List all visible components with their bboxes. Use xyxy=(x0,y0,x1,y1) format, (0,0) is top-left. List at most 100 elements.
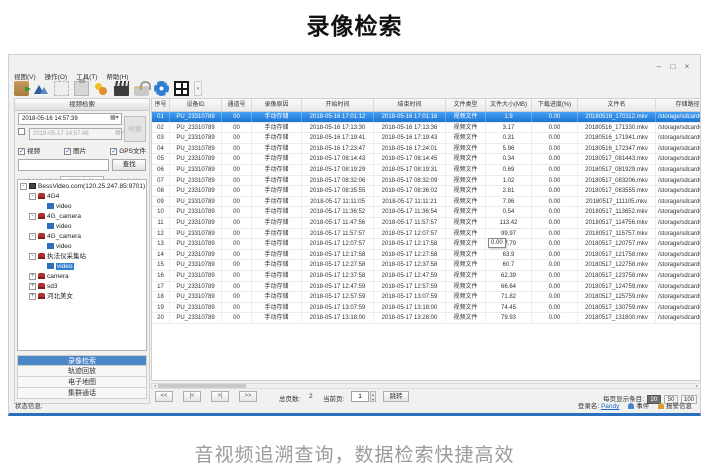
tree-toggle-icon[interactable]: - xyxy=(29,253,36,260)
table-row[interactable]: 04PU_2331078900手动存储2018-05-16 17:23:4720… xyxy=(152,144,700,155)
nav-item[interactable]: 录像检索 xyxy=(17,355,147,366)
tree-item[interactable]: +video xyxy=(18,222,146,232)
fullscreen-icon[interactable] xyxy=(54,81,69,96)
maximize-button[interactable]: □ xyxy=(666,62,680,71)
table-row[interactable]: 19PU_2331078900手动存储2018-05-17 13:07:5920… xyxy=(152,303,700,314)
users-icon[interactable] xyxy=(94,81,109,96)
table-row[interactable]: 14PU_2331078900手动存储2018-05-17 12:17:5820… xyxy=(152,250,700,261)
column-header[interactable]: 下载进度(%) xyxy=(532,99,578,111)
tree-item[interactable]: +camera xyxy=(18,272,146,282)
table-cell: 00 xyxy=(222,229,252,239)
tree-toggle-icon[interactable]: + xyxy=(29,293,36,300)
event-link[interactable]: 事件 xyxy=(636,403,649,410)
table-row[interactable]: 20PU_2331078900手动存储2018-05-17 13:18:0020… xyxy=(152,313,700,324)
column-header[interactable]: 文件类型 xyxy=(446,99,486,111)
table-row[interactable]: 18PU_2331078900手动存储2018-05-17 12:57:5920… xyxy=(152,292,700,303)
tree-toggle-icon[interactable]: - xyxy=(29,213,36,220)
table-row[interactable]: 13PU_2331078900手动存储2018-05-17 12:07:5720… xyxy=(152,239,700,250)
nav-item[interactable]: 电子地图 xyxy=(17,377,147,388)
toolbar-dropdown-icon[interactable]: ▾ xyxy=(194,81,202,96)
clipboard-icon[interactable] xyxy=(74,81,89,96)
query-button[interactable]: 检索 xyxy=(124,116,146,142)
table-row[interactable]: 15PU_2331078900手动存储2018-05-17 12:27:5820… xyxy=(152,260,700,271)
nav-item[interactable]: 集群通话 xyxy=(17,388,147,399)
table-row[interactable]: 09PU_2331078900手动存储2018-05-17 11:11:0520… xyxy=(152,197,700,208)
grid-icon[interactable] xyxy=(174,81,189,96)
minimize-button[interactable]: – xyxy=(652,62,666,71)
table-row[interactable]: 17PU_2331078900手动存储2018-05-17 12:47:5920… xyxy=(152,282,700,293)
nav-item[interactable]: 轨迹回放 xyxy=(17,366,147,377)
filter-checkbox[interactable]: ✓图片 xyxy=(64,145,86,155)
start-time-input[interactable]: 2018-05-16 14:57:39 xyxy=(18,113,122,125)
tree-toggle-icon[interactable]: + xyxy=(29,283,36,290)
scroll-right-icon[interactable]: ▸ xyxy=(694,384,700,388)
table-cell: 0.00 xyxy=(532,303,578,313)
column-header[interactable]: 文件大小(MB) xyxy=(486,99,532,111)
table-row[interactable]: 11PU_2331078900手动存储2018-05-17 11:47:5620… xyxy=(152,218,700,229)
table-row[interactable]: 02PU_2331078900手动存储2018-05-16 17:13:3020… xyxy=(152,123,700,134)
table-cell: 2.81 xyxy=(486,186,532,196)
unlock-icon[interactable] xyxy=(134,86,149,96)
column-header[interactable]: 结束时间 xyxy=(374,99,446,111)
camera-icon xyxy=(38,193,45,199)
column-header[interactable]: 存储路径 xyxy=(656,99,701,111)
table-cell: 12 xyxy=(152,229,170,239)
tree-toggle-icon[interactable]: - xyxy=(20,183,27,190)
tree-item[interactable]: +video xyxy=(18,242,146,252)
filter-checkbox[interactable]: ✓视频 xyxy=(18,145,40,155)
table-cell: 视频文件 xyxy=(446,218,486,228)
table-cell: 0.00 xyxy=(532,176,578,186)
table-cell: 视频文件 xyxy=(446,239,486,249)
table-row[interactable]: 07PU_2331078900手动存储2018-05-17 08:32:0620… xyxy=(152,176,700,187)
tree-toggle-icon[interactable]: - xyxy=(29,233,36,240)
tree-item[interactable]: -4G_camera xyxy=(18,232,146,242)
table-cell: /storage/sdcard0/R... xyxy=(656,112,701,122)
table-row[interactable]: 03PU_2331078900手动存储2018-05-16 17:19:4120… xyxy=(152,133,700,144)
end-time-checkbox[interactable]: ✓ xyxy=(18,128,25,135)
settings-icon[interactable] xyxy=(154,81,169,96)
table-cell: 手动存储 xyxy=(252,218,302,228)
tree-item[interactable]: +河北美女 xyxy=(18,292,146,302)
table-row[interactable]: 16PU_2331078900手动存储2018-05-17 12:37:5820… xyxy=(152,271,700,282)
end-time-input[interactable]: 2018-05-17 14:57:46 xyxy=(29,128,122,140)
table-row[interactable]: 08PU_2331078900手动存储2018-05-17 08:35:5520… xyxy=(152,186,700,197)
column-header[interactable]: 设备ID xyxy=(170,99,222,111)
table-row[interactable]: 12PU_2331078900手动存储2018-05-17 11:57:5720… xyxy=(152,229,700,240)
tree-item[interactable]: -执法仪采集站 xyxy=(18,252,146,262)
table-row[interactable]: 01PU_2331078900手动存储2018-05-16 17:01:1220… xyxy=(152,112,700,123)
tree-toggle-icon[interactable]: - xyxy=(29,193,36,200)
tree-item[interactable]: +video xyxy=(18,202,146,212)
table-cell: 00 xyxy=(222,133,252,143)
table-cell: 20180516_171941.mkv xyxy=(578,133,656,143)
table-cell: 视频文件 xyxy=(446,112,486,122)
table-cell: 2018-05-16 17:24:01 xyxy=(374,144,446,154)
page-title: 录像检索 xyxy=(0,7,709,41)
table-cell: 2018-05-17 13:07:59 xyxy=(374,292,446,302)
alarm-link[interactable]: 报警信息 xyxy=(666,403,692,410)
scrollbar-thumb[interactable] xyxy=(158,384,246,388)
film-icon[interactable] xyxy=(114,81,129,96)
tree-item[interactable]: -4G4 xyxy=(18,192,146,202)
table-row[interactable]: 10PU_2331078900手动存储2018-05-17 11:36:5220… xyxy=(152,207,700,218)
table-cell: 06 xyxy=(152,165,170,175)
column-header[interactable]: 录像原因 xyxy=(252,99,302,111)
table-row[interactable]: 05PU_2331078900手动存储2018-05-17 08:14:4320… xyxy=(152,154,700,165)
find-button[interactable]: 查找 xyxy=(112,159,146,171)
tree-item[interactable]: +video xyxy=(18,262,146,272)
column-header[interactable]: 文件名 xyxy=(578,99,656,111)
sidebar-panel-title: 视频检索 xyxy=(15,99,149,111)
table-row[interactable]: 06PU_2331078900手动存储2018-05-17 08:19:2920… xyxy=(152,165,700,176)
login-name-link[interactable]: Pandy xyxy=(601,403,619,410)
exit-icon[interactable] xyxy=(14,81,29,96)
close-button[interactable]: × xyxy=(680,62,694,71)
tree-toggle-icon[interactable]: + xyxy=(29,273,36,280)
column-header[interactable]: 通道号 xyxy=(222,99,252,111)
tree-item[interactable]: +sd3 xyxy=(18,282,146,292)
column-header[interactable]: 序号 xyxy=(152,99,170,111)
column-header[interactable]: 开始时间 xyxy=(302,99,374,111)
filter-checkbox[interactable]: ✓GPS文件 xyxy=(110,145,146,155)
keyword-input[interactable] xyxy=(18,159,109,171)
tree-item[interactable]: -BessVideo.com(120.25.247.85:9701) xyxy=(18,182,146,192)
tree-item[interactable]: -4G_camera xyxy=(18,212,146,222)
map-icon[interactable] xyxy=(34,81,49,96)
